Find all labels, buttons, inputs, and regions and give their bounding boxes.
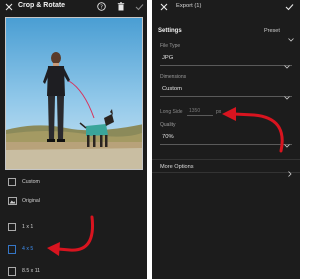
ratio-item-1x1[interactable]: 1 x 1 [0, 218, 147, 236]
ratio-item-8-5x11[interactable]: 8.5 x 11 [0, 262, 147, 279]
ratio-label: 8.5 x 11 [22, 268, 41, 274]
original-image-icon [7, 196, 17, 206]
close-icon[interactable] [160, 3, 168, 11]
crop-title: Crop & Rotate [18, 2, 66, 9]
ratio-label: 4 x 5 [22, 246, 34, 252]
more-options-row[interactable]: More Options [152, 159, 300, 177]
quality-value: 70% [162, 134, 174, 140]
dimensions-select[interactable]: Custom [160, 83, 292, 100]
chevron-down-icon [284, 135, 290, 153]
chevron-down-icon[interactable] [288, 29, 294, 47]
ratio-label: Original [22, 198, 40, 204]
ratio-item-original[interactable]: Original [0, 192, 147, 210]
photo-preview[interactable] [5, 17, 143, 170]
export-title: Export (1) [176, 3, 202, 9]
file-type-select[interactable]: JPG [160, 52, 292, 69]
file-type-value: JPG [162, 55, 174, 61]
ratio-item-4x5[interactable]: 4 x 5 [0, 240, 147, 258]
dimensions-value: Custom [162, 86, 182, 92]
ratio-label: Custom [22, 179, 40, 185]
help-icon[interactable]: ? [97, 2, 106, 11]
export-screen: Export (1) Settings Preset File Type JPG… [152, 0, 300, 279]
long-side-label: Long Side [160, 109, 183, 115]
chevron-right-icon [288, 164, 292, 182]
svg-text:?: ? [100, 4, 103, 10]
custom-crop-icon [7, 177, 17, 187]
more-options-label: More Options [160, 164, 194, 170]
export-header: Export (1) [152, 0, 300, 14]
long-side-unit: px [216, 109, 222, 115]
ratio-item-custom[interactable]: Custom [0, 173, 147, 191]
letter-ratio-icon [7, 266, 17, 276]
square-ratio-icon [7, 222, 17, 232]
checkmark-icon[interactable] [135, 3, 144, 11]
dimensions-label: Dimensions [160, 74, 187, 80]
crop-rotate-screen: Crop & Rotate ? Custom Original 1 x 1 4 … [0, 0, 147, 279]
file-type-label: File Type [160, 43, 181, 49]
settings-heading: Settings [158, 28, 182, 34]
checkmark-icon[interactable] [285, 3, 294, 11]
preset-button[interactable]: Preset [264, 28, 280, 34]
long-side-input[interactable]: 1350 [187, 107, 213, 116]
delete-icon[interactable] [117, 2, 125, 11]
chevron-down-icon [284, 56, 290, 74]
close-icon[interactable] [5, 3, 13, 11]
crop-header: Crop & Rotate ? [0, 0, 147, 14]
chevron-down-icon [284, 87, 290, 105]
portrait-ratio-icon [7, 244, 17, 254]
quality-label: Quality [160, 122, 176, 128]
ratio-label: 1 x 1 [22, 224, 34, 230]
quality-select[interactable]: 70% [160, 131, 292, 148]
